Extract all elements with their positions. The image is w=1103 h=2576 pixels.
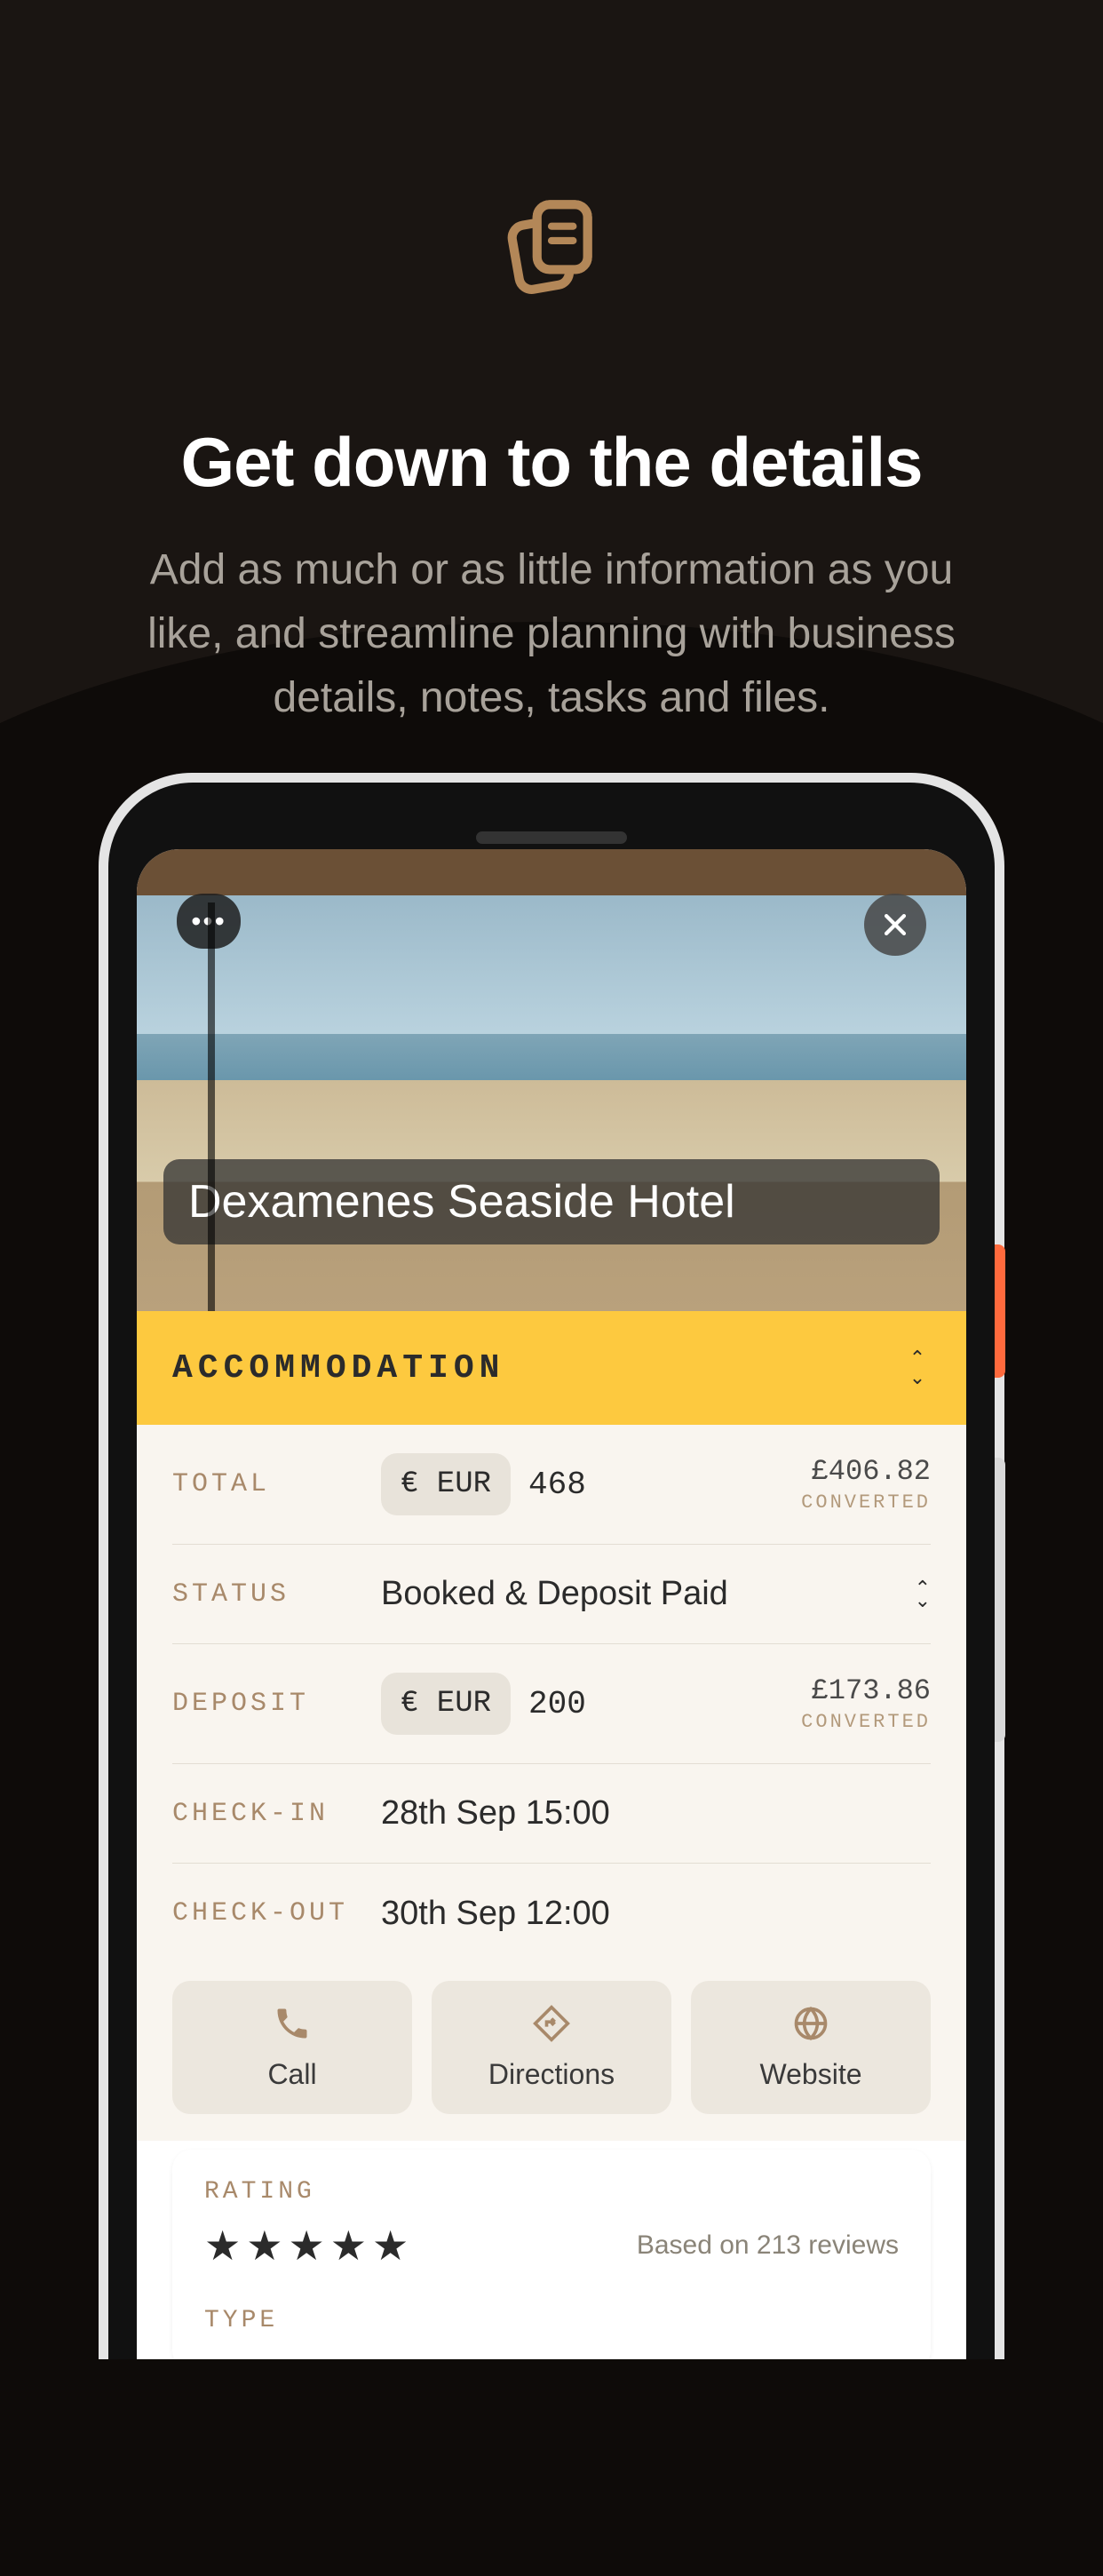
promo-section: Get down to the details Add as much or a… (0, 0, 1103, 730)
deposit-converted: £173.86 CONVERTED (801, 1674, 931, 1733)
checkout-label: CHECK-OUT (172, 1898, 381, 1928)
total-amount[interactable]: 468 (528, 1467, 586, 1503)
status-row[interactable]: STATUS Booked & Deposit Paid ⌃⌄ (172, 1545, 931, 1644)
action-buttons: Call Directions Website (137, 1963, 966, 2141)
chevron-updown-icon: ⌃⌄ (915, 1582, 931, 1607)
type-label: TYPE (204, 2307, 899, 2334)
app-screen: ••• Dexamenes Seaside Hotel ACCOMMODATIO… (137, 849, 966, 2359)
promo-subtitle: Add as much or as little information as … (107, 538, 996, 730)
checkin-value: 28th Sep 15:00 (381, 1794, 931, 1833)
deposit-amount[interactable]: 200 (528, 1686, 586, 1722)
notes-icon (494, 187, 609, 306)
status-value: Booked & Deposit Paid (381, 1575, 931, 1613)
category-label: ACCOMMODATION (172, 1349, 504, 1387)
review-count: Based on 213 reviews (637, 2230, 899, 2261)
status-label: STATUS (172, 1579, 381, 1610)
phone-icon (273, 2004, 312, 2047)
checkout-value: 30th Sep 12:00 (381, 1895, 931, 1933)
currency-chip[interactable]: € EUR (381, 1673, 511, 1735)
hotel-name[interactable]: Dexamenes Seaside Hotel (163, 1159, 940, 1244)
total-converted: £406.82 CONVERTED (801, 1455, 931, 1514)
phone-volume-button (995, 1458, 1005, 1742)
globe-icon (791, 2004, 830, 2047)
fields-section: TOTAL € EUR 468 £406.82 CONVERTED STATUS… (137, 1425, 966, 1963)
directions-icon (532, 2004, 571, 2047)
checkout-row[interactable]: CHECK-OUT 30th Sep 12:00 (172, 1864, 931, 1963)
rating-label: RATING (204, 2178, 899, 2206)
close-button[interactable] (864, 894, 926, 956)
call-button[interactable]: Call (172, 1981, 412, 2114)
total-label: TOTAL (172, 1469, 381, 1499)
checkin-row[interactable]: CHECK-IN 28th Sep 15:00 (172, 1764, 931, 1864)
phone-frame: ••• Dexamenes Seaside Hotel ACCOMMODATIO… (99, 773, 1004, 2359)
total-row: TOTAL € EUR 468 £406.82 CONVERTED (172, 1425, 931, 1545)
hero-image: ••• Dexamenes Seaside Hotel (137, 849, 966, 1311)
phone-power-button (995, 1244, 1005, 1378)
deposit-label: DEPOSIT (172, 1689, 381, 1719)
currency-chip[interactable]: € EUR (381, 1453, 511, 1515)
phone-speaker (476, 831, 627, 844)
rating-stars: ★★★★★ (204, 2222, 414, 2270)
directions-button[interactable]: Directions (432, 1981, 671, 2114)
chevron-updown-icon: ⌃⌄ (904, 1352, 931, 1384)
promo-title: Get down to the details (0, 422, 1103, 503)
deposit-row: DEPOSIT € EUR 200 £173.86 CONVERTED (172, 1644, 931, 1764)
rating-card: RATING ★★★★★ Based on 213 reviews TYPE (172, 2150, 931, 2359)
website-button[interactable]: Website (691, 1981, 931, 2114)
category-bar[interactable]: ACCOMMODATION ⌃⌄ (137, 1311, 966, 1425)
checkin-label: CHECK-IN (172, 1799, 381, 1829)
more-button[interactable]: ••• (177, 894, 241, 949)
